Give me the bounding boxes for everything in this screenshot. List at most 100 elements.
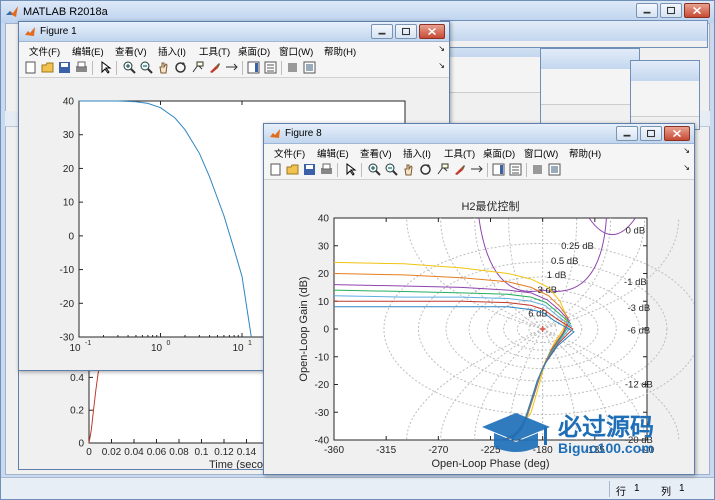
- figure-8-maximize-button[interactable]: [640, 126, 662, 141]
- y-tick-label: 20: [63, 164, 75, 175]
- y-tick-label: 40: [63, 97, 75, 108]
- menubar-overflow-icon[interactable]: ↘: [438, 44, 445, 53]
- open-icon[interactable]: [286, 163, 299, 176]
- show-tools-icon[interactable]: [548, 163, 561, 176]
- y-tick-label: 0.4: [70, 373, 84, 384]
- menu-item-4[interactable]: 工具(T): [199, 44, 230, 58]
- rotate-icon[interactable]: [174, 61, 187, 74]
- brush-icon[interactable]: [208, 61, 221, 74]
- plot-area: [88, 361, 270, 444]
- zoom-in-icon[interactable]: [123, 61, 136, 74]
- background-figure-window[interactable]: [540, 48, 640, 128]
- pan-icon[interactable]: [157, 61, 170, 74]
- figure-1-maximize-button[interactable]: [395, 24, 417, 39]
- figure-icon: [25, 27, 35, 36]
- menu-item-5[interactable]: 桌面(D): [238, 44, 270, 58]
- colorbar-icon[interactable]: [247, 61, 260, 74]
- y-axis-label: Open-Loop Gain (dB): [298, 276, 310, 381]
- x-tick-label: 0.04: [124, 447, 144, 458]
- link-plot-icon[interactable]: [225, 61, 238, 74]
- grid-contour-label: 1 dB: [547, 270, 567, 281]
- background-figure-window[interactable]: [440, 36, 550, 126]
- menu-item-5[interactable]: 桌面(D): [483, 146, 515, 160]
- edit-plot-icon[interactable]: [344, 163, 357, 176]
- open-icon[interactable]: [41, 61, 54, 74]
- colorbar-icon[interactable]: [492, 163, 505, 176]
- zoom-out-icon[interactable]: [385, 163, 398, 176]
- figure-1-title: Figure 1: [40, 26, 77, 37]
- menu-item-6[interactable]: 窗口(W): [524, 146, 558, 160]
- background-figure-window[interactable]: [630, 60, 700, 130]
- toolbar-overflow-icon[interactable]: ↘: [683, 163, 690, 172]
- figure-1-close-button[interactable]: [419, 24, 445, 39]
- toolbar-separator: [361, 163, 362, 177]
- main-close-button[interactable]: [684, 3, 710, 18]
- zoom-in-icon[interactable]: [368, 163, 381, 176]
- legend-icon[interactable]: [264, 61, 277, 74]
- menubar-overflow-icon[interactable]: ↘: [683, 146, 690, 155]
- rotate-icon[interactable]: [419, 163, 432, 176]
- main-minimize-button[interactable]: [636, 3, 658, 18]
- menu-item-6[interactable]: 窗口(W): [279, 44, 313, 58]
- x-axis-label: Time (seco: [209, 459, 263, 469]
- menu-item-7[interactable]: 帮助(H): [569, 146, 601, 160]
- menu-item-4[interactable]: 工具(T): [444, 146, 475, 160]
- menu-item-3[interactable]: 插入(I): [158, 44, 186, 58]
- y-tick-label: -10: [315, 352, 330, 363]
- x-tick-label: 0.06: [147, 447, 167, 458]
- main-maximize-button[interactable]: [660, 3, 682, 18]
- y-tick-label: 10: [63, 198, 75, 209]
- data-cursor-icon[interactable]: [191, 61, 204, 74]
- status-col-label: 列: [661, 487, 671, 498]
- show-tools-icon[interactable]: [303, 61, 316, 74]
- svg-text:必过源码: 必过源码: [558, 414, 654, 441]
- figure-8-minimize-button[interactable]: [616, 126, 638, 141]
- menu-item-3[interactable]: 插入(I): [403, 146, 431, 160]
- grid-contour-label: 0.25 dB: [561, 241, 594, 252]
- status-separator: [609, 481, 610, 497]
- new-figure-icon[interactable]: [269, 163, 282, 176]
- toolbar-separator: [337, 163, 338, 177]
- hide-tools-icon[interactable]: [286, 61, 299, 74]
- save-icon[interactable]: [58, 61, 71, 74]
- pan-icon[interactable]: [402, 163, 415, 176]
- menu-item-0[interactable]: 文件(F): [274, 146, 305, 160]
- link-plot-icon[interactable]: [470, 163, 483, 176]
- y-tick-label: -20: [60, 299, 75, 310]
- y-tick-label: -10: [60, 265, 75, 276]
- y-tick-label: 0: [68, 231, 74, 242]
- legend-icon[interactable]: [509, 163, 522, 176]
- data-cursor-icon[interactable]: [436, 163, 449, 176]
- y-tick-label: -30: [60, 333, 75, 344]
- zoom-out-icon[interactable]: [140, 61, 153, 74]
- menu-item-1[interactable]: 编辑(E): [72, 44, 104, 58]
- toolbar-overflow-icon[interactable]: ↘: [438, 61, 445, 70]
- y-tick-label: 30: [318, 241, 330, 252]
- x-tick-label: 0: [86, 447, 92, 458]
- figure-8-title-bar: Figure 8: [264, 124, 694, 144]
- x-tick-label: 0.02: [102, 447, 122, 458]
- figure-1-menubar: ↘ 文件(F) 编辑(E) 查看(V) 插入(I) 工具(T) 桌面(D) 窗口(W) 帮助(…: [19, 42, 449, 58]
- y-tick-label: 20: [318, 269, 330, 280]
- y-tick-label: -30: [315, 408, 330, 419]
- save-icon[interactable]: [303, 163, 316, 176]
- status-bar: 行 1 列 1: [1, 477, 714, 499]
- figure-8-title: Figure 8: [285, 128, 322, 139]
- menu-item-0[interactable]: 文件(F): [29, 44, 60, 58]
- y-tick-label: 0: [323, 325, 329, 336]
- print-icon[interactable]: [320, 163, 333, 176]
- figure-8-close-button[interactable]: [664, 126, 690, 141]
- figure-1-minimize-button[interactable]: [371, 24, 393, 39]
- background-figure-window[interactable]: [440, 20, 708, 48]
- svg-text:Biguo100.com: Biguo100.com: [558, 440, 654, 456]
- menu-item-2[interactable]: 查看(V): [360, 146, 392, 160]
- brush-icon[interactable]: [453, 163, 466, 176]
- menu-item-2[interactable]: 查看(V): [115, 44, 147, 58]
- menu-item-1[interactable]: 编辑(E): [317, 146, 349, 160]
- edit-plot-icon[interactable]: [99, 61, 112, 74]
- menu-item-7[interactable]: 帮助(H): [324, 44, 356, 58]
- hide-tools-icon[interactable]: [531, 163, 544, 176]
- x-tick-label: 0.14: [237, 447, 257, 458]
- print-icon[interactable]: [75, 61, 88, 74]
- new-figure-icon[interactable]: [24, 61, 37, 74]
